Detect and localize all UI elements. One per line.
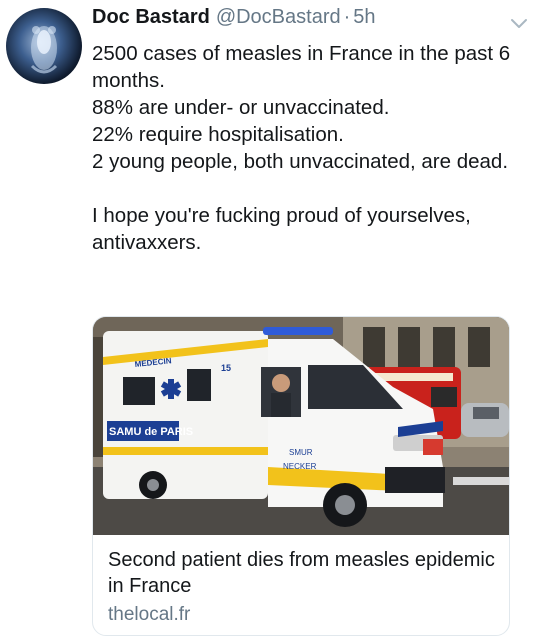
- card-title[interactable]: Second patient dies from measles epidemi…: [108, 547, 498, 599]
- tweet-line: 22% require hospitalisation.: [92, 123, 344, 146]
- tweet-header: Doc Bastard @DocBastard · 5h: [92, 6, 525, 40]
- tweet-line: I hope you're fucking proud of yourselve…: [92, 204, 471, 254]
- author-name[interactable]: Doc Bastard: [92, 6, 210, 29]
- samu-label: SAMU de PARIS: [109, 426, 193, 438]
- fifteen-label: 15: [221, 363, 231, 373]
- link-card[interactable]: MEDECIN SAMU de PARIS 15 SMUR NECKER Sec…: [92, 316, 510, 636]
- avatar[interactable]: [6, 8, 82, 84]
- xray-avatar-icon: [30, 26, 58, 74]
- card-domain[interactable]: thelocal.fr: [108, 604, 190, 626]
- card-image[interactable]: MEDECIN SAMU de PARIS 15 SMUR NECKER: [93, 317, 509, 535]
- author-handle[interactable]: @DocBastard: [216, 6, 341, 29]
- tweet-line: 88% are under- or unvaccinated.: [92, 96, 390, 119]
- tweet-line: 2500 cases of measles in France in the p…: [92, 42, 511, 92]
- smur-label: SMUR: [289, 448, 313, 457]
- tweet-line: 2 young people, both unvaccinated, are d…: [92, 150, 509, 173]
- chevron-down-icon[interactable]: [509, 16, 529, 30]
- separator-dot: ·: [343, 6, 351, 28]
- necker-label: NECKER: [283, 462, 317, 471]
- tweet-text: 2500 cases of measles in France in the p…: [92, 40, 522, 256]
- ambulance-photo: MEDECIN SAMU de PARIS 15 SMUR NECKER: [93, 317, 509, 535]
- tweet-timestamp[interactable]: 5h: [353, 6, 375, 29]
